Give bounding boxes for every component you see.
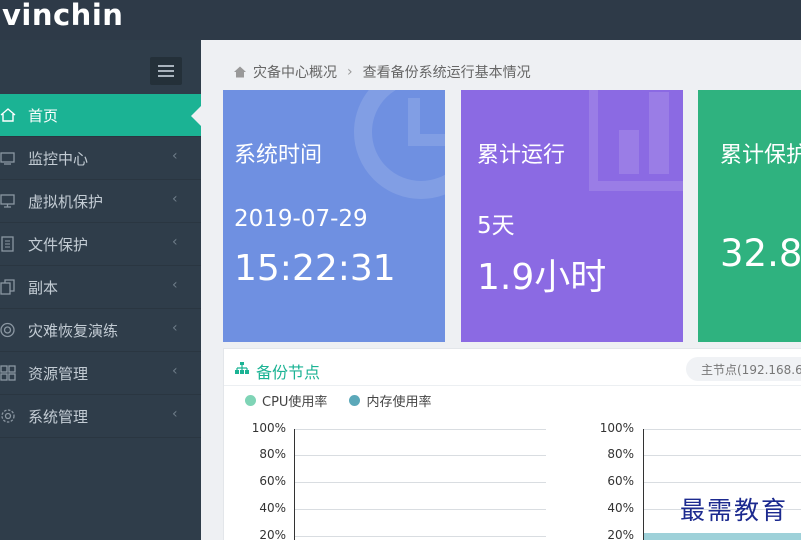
y-tick-label: 80% (259, 447, 286, 461)
grid-line (294, 509, 546, 510)
grid-line (294, 429, 546, 430)
grid-line (294, 536, 546, 537)
sidebar-item-label: 首页 (28, 107, 59, 125)
card-title: 系统时间 (234, 143, 323, 168)
y-tick-label: 20% (607, 528, 634, 540)
usage-area (644, 533, 801, 540)
sidebar-nav: 首页 监控中心 ‹ 虚拟机保护 ‹ 文件保护 ‹ 副本 ‹ 灾难恢复演练 ‹ 资… (0, 94, 201, 438)
chart-legend: CPU使用率 内存使用率 (245, 391, 453, 410)
top-bar: vinchin (0, 0, 801, 40)
breadcrumb: 灾备中心概况 › 查看备份系统运行基本情况 (233, 62, 531, 82)
target-icon (0, 322, 15, 338)
legend-label: CPU使用率 (262, 395, 328, 410)
file-icon (1, 236, 14, 252)
chevron-left-icon: ‹ (172, 363, 178, 379)
legend-dot (349, 395, 361, 406)
home-icon (234, 66, 246, 78)
uptime-hours: 1.9小时 (477, 257, 607, 298)
y-tick-label: 80% (607, 447, 634, 461)
y-axis (294, 429, 295, 540)
gear-icon (1, 409, 15, 423)
legend-dot (245, 395, 256, 406)
y-tick-label: 100% (599, 421, 634, 435)
y-tick-label: 40% (607, 501, 634, 515)
chevron-left-icon: ‹ (172, 277, 178, 293)
system-date: 2019-07-29 (234, 206, 368, 232)
grid-line (643, 429, 801, 430)
legend-item-cpu[interactable]: CPU使用率 (245, 391, 327, 410)
desktop-icon (0, 194, 15, 208)
grid-line (643, 482, 801, 483)
breadcrumb-separator: › (347, 64, 353, 80)
protection-card: 累计保护 32.88 (698, 90, 801, 342)
breadcrumb-current: 查看备份系统运行基本情况 (362, 65, 531, 81)
y-tick-label: 100% (251, 421, 286, 435)
legend-item-memory[interactable]: 内存使用率 (349, 391, 431, 410)
sidebar-item-vm-protection[interactable]: 虚拟机保护 ‹ (0, 180, 201, 223)
grid-icon (0, 365, 16, 381)
sidebar-item-replica[interactable]: 副本 ‹ (0, 266, 201, 309)
clock-icon (354, 90, 445, 199)
chevron-left-icon: ‹ (172, 148, 178, 164)
sidebar-item-monitor[interactable]: 监控中心 ‹ (0, 137, 201, 180)
sidebar-item-label: 资源管理 (28, 365, 89, 383)
card-title: 累计运行 (477, 143, 566, 168)
chevron-left-icon: ‹ (172, 406, 178, 422)
sidebar: 首页 监控中心 ‹ 虚拟机保护 ‹ 文件保护 ‹ 副本 ‹ 灾难恢复演练 ‹ 资… (0, 40, 201, 540)
bar-chart-icon (589, 90, 683, 191)
sidebar-item-home[interactable]: 首页 (0, 94, 201, 137)
monitor-icon (0, 152, 15, 165)
sidebar-item-resources[interactable]: 资源管理 ‹ (0, 352, 201, 395)
grid-line (294, 455, 546, 456)
menu-toggle-button[interactable] (150, 57, 182, 85)
grid-line (643, 455, 801, 456)
sidebar-item-label: 文件保护 (28, 236, 89, 254)
sidebar-item-label: 灾难恢复演练 (28, 322, 119, 340)
watermark: 最需教育 (680, 496, 789, 525)
sidebar-item-label: 虚拟机保护 (28, 193, 104, 211)
y-axis (643, 429, 644, 540)
legend-label: 内存使用率 (366, 395, 432, 410)
uptime-card: 累计运行 5天 1.9小时 (461, 90, 683, 342)
breadcrumb-root-link[interactable]: 灾备中心概况 (253, 62, 337, 82)
system-time-card: 系统时间 2019-07-29 15:22:31 (223, 90, 445, 342)
system-clock: 15:22:31 (234, 248, 396, 289)
chevron-left-icon: ‹ (172, 191, 178, 207)
sidebar-item-file-protection[interactable]: 文件保护 ‹ (0, 223, 201, 266)
sidebar-item-disaster-drill[interactable]: 灾难恢复演练 ‹ (0, 309, 201, 352)
sidebar-item-label: 副本 (28, 279, 59, 297)
copy-icon (0, 279, 15, 295)
app-logo[interactable]: vinchin (2, 0, 123, 32)
home-icon (0, 108, 16, 122)
sidebar-item-system[interactable]: 系统管理 ‹ (0, 395, 201, 438)
panel-header: 备份节点 主节点(192.168.6 (224, 349, 801, 386)
chevron-left-icon: ‹ (172, 234, 178, 250)
sitemap-icon (235, 362, 249, 374)
y-tick-label: 60% (607, 474, 634, 488)
protection-value: 32.88 (720, 232, 801, 275)
grid-line (294, 482, 546, 483)
sidebar-item-label: 监控中心 (28, 150, 89, 168)
y-tick-label: 60% (259, 474, 286, 488)
y-tick-label: 20% (259, 528, 286, 540)
panel-title: 备份节点 (256, 363, 321, 382)
usage-chart-left: 100% 80% 60% 40% 20% (224, 421, 546, 540)
master-node-selector[interactable]: 主节点(192.168.6 (686, 357, 801, 381)
y-tick-label: 40% (259, 501, 286, 515)
uptime-days: 5天 (477, 213, 515, 239)
sidebar-item-label: 系统管理 (28, 408, 89, 426)
chevron-left-icon: ‹ (172, 320, 178, 336)
card-title: 累计保护 (720, 143, 801, 168)
